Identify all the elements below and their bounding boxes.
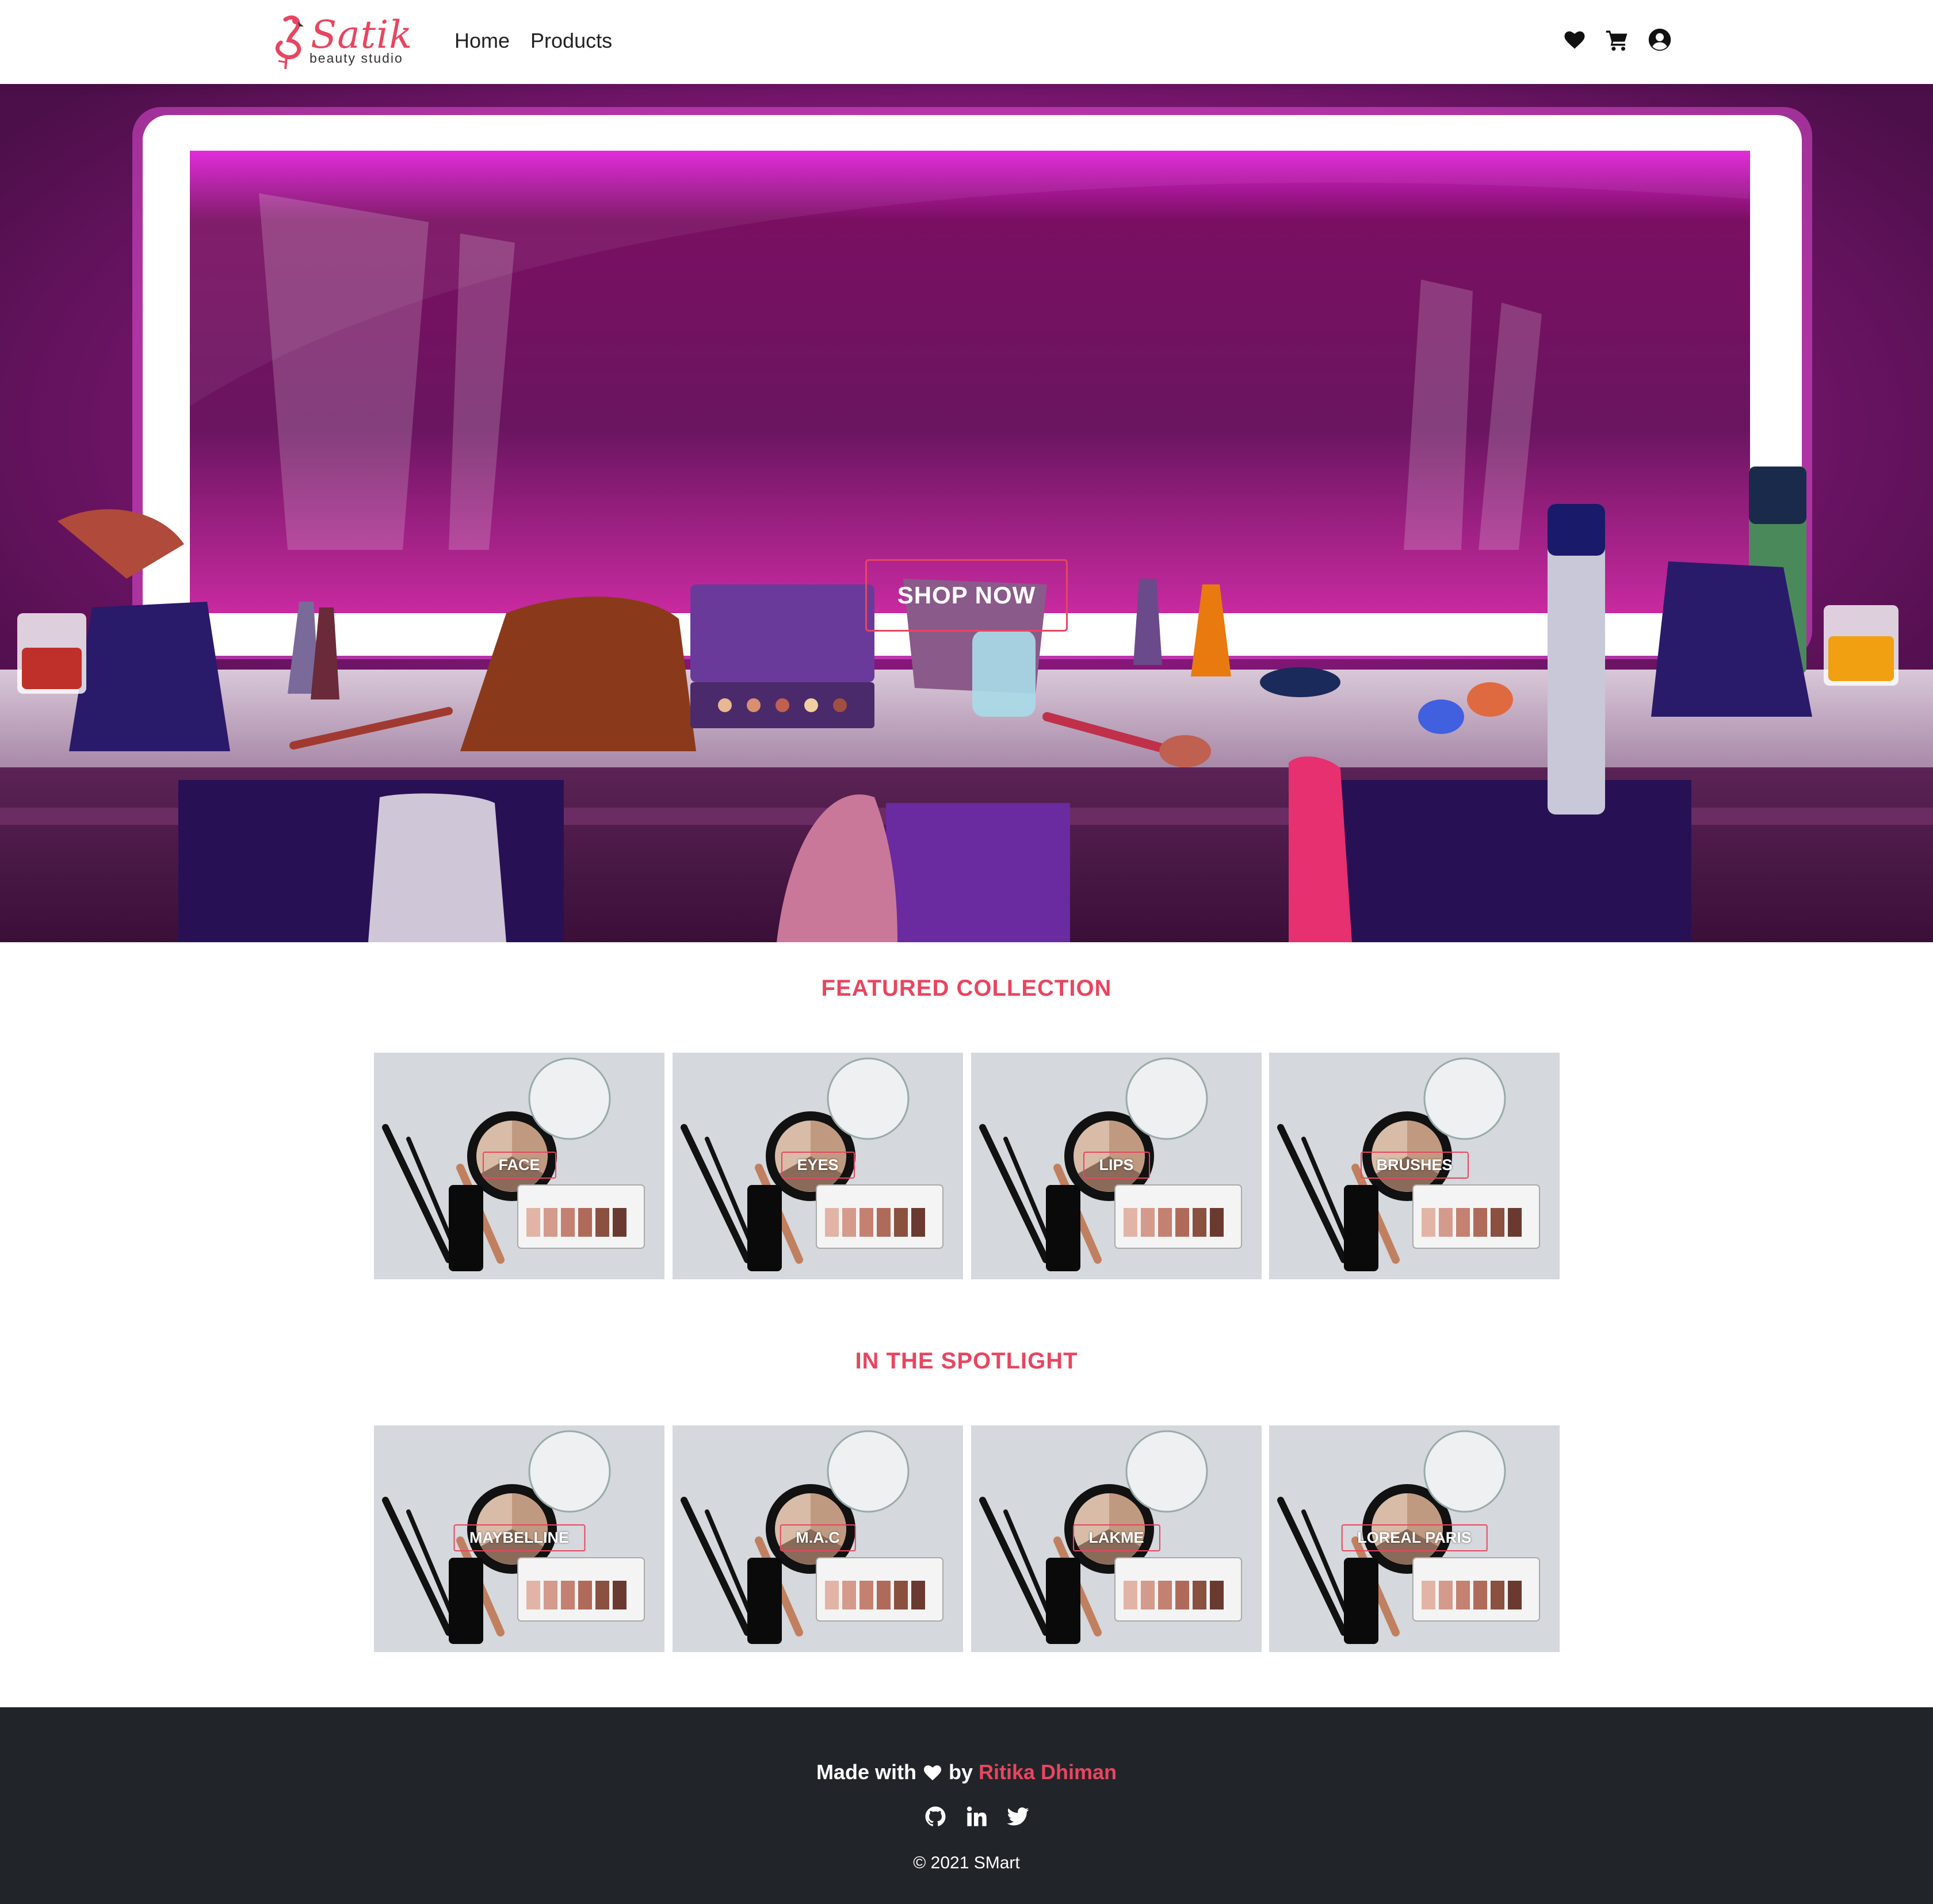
brand-card-maybelline[interactable]: MAYBELLINE: [374, 1425, 664, 1652]
author-link[interactable]: Ritika Dhiman: [979, 1760, 1117, 1784]
vanity-mirror-illustration: [0, 84, 1933, 942]
user-circle-icon[interactable]: [1648, 28, 1672, 52]
hero-banner: SHOP NOW: [0, 84, 1933, 942]
heart-icon: [923, 1765, 941, 1780]
navbar: Satik beauty studio Home Products: [0, 0, 1933, 84]
footer: Made with by Ritika Dhiman © 2021 SMart: [0, 1707, 1933, 1904]
brand-card-mac[interactable]: M.A.C: [673, 1425, 963, 1652]
brand-tagline: beauty studio: [310, 51, 403, 66]
made-by: by: [948, 1760, 973, 1784]
nav-products-link[interactable]: Products: [530, 29, 612, 53]
main-nav: Home Products: [454, 29, 612, 53]
flamingo-icon: [275, 15, 304, 70]
linkedin-icon[interactable]: [965, 1805, 988, 1828]
spotlight-section-title: IN THE SPOTLIGHT: [855, 1348, 1078, 1374]
brand-label: LOREAL PARIS: [1341, 1524, 1488, 1551]
brand-label: LAKME: [1072, 1524, 1160, 1551]
brand-card-loreal-paris[interactable]: LOREAL PARIS: [1269, 1425, 1560, 1652]
category-label: EYES: [781, 1152, 855, 1179]
category-card-brushes[interactable]: BRUSHES: [1269, 1053, 1560, 1279]
cart-icon[interactable]: [1605, 28, 1629, 52]
spotlight-cards: MAYBELLINE M.A.C LAKME LOREAL PARIS: [374, 1425, 1560, 1652]
brand-label: MAYBELLINE: [453, 1524, 586, 1551]
nav-home-link[interactable]: Home: [454, 29, 510, 53]
shop-now-button[interactable]: SHOP NOW: [865, 559, 1068, 632]
featured-section-title: FEATURED COLLECTION: [821, 976, 1112, 1001]
twitter-icon[interactable]: [1007, 1805, 1030, 1828]
category-card-face[interactable]: FACE: [374, 1053, 664, 1279]
nav-icons: [1563, 28, 1672, 52]
github-icon[interactable]: [924, 1805, 947, 1828]
copyright-text: © 2021 SMart: [913, 1853, 1020, 1872]
category-label: LIPS: [1083, 1152, 1150, 1179]
brand-card-lakme[interactable]: LAKME: [971, 1425, 1262, 1652]
category-label: BRUSHES: [1360, 1152, 1469, 1179]
made-with-line: Made with by Ritika Dhiman: [0, 1760, 1933, 1784]
category-label: FACE: [482, 1152, 556, 1179]
made-prefix: Made with: [816, 1760, 916, 1784]
heart-icon[interactable]: [1563, 28, 1587, 52]
category-card-eyes[interactable]: EYES: [673, 1053, 963, 1279]
brand-label: M.A.C: [780, 1524, 856, 1551]
brand-logo[interactable]: Satik beauty studio: [262, 13, 412, 70]
category-card-lips[interactable]: LIPS: [971, 1053, 1262, 1279]
social-links: [924, 1805, 1030, 1828]
featured-cards: FACE EYES LIPS BRUSHES: [374, 1053, 1560, 1279]
